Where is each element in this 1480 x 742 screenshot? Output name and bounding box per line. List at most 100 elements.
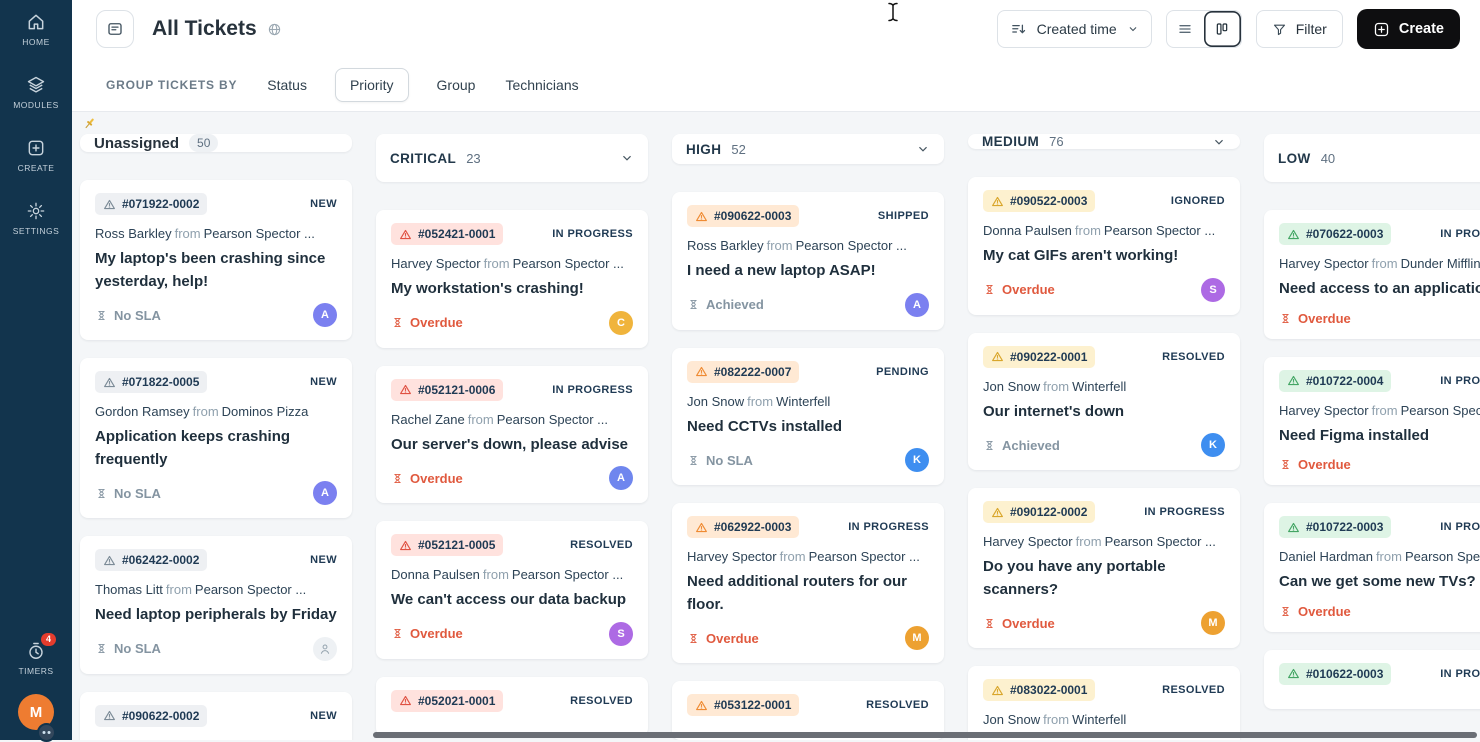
sidebar-item-home[interactable]: HOME — [22, 12, 50, 47]
column-collapse-button[interactable] — [620, 151, 634, 165]
sidebar-item-settings[interactable]: SETTINGS — [13, 201, 60, 236]
assignee-avatar[interactable]: S — [1201, 278, 1225, 302]
sidebar-item-timers[interactable]: 4 TIMERS — [18, 641, 53, 676]
column-header[interactable]: LOW 40 — [1264, 134, 1480, 182]
ticket-id-badge[interactable]: #052421-0001 — [391, 223, 503, 245]
ticket-card[interactable]: #090622-0002 NEW — [80, 692, 352, 741]
ticket-subject[interactable]: My laptop's been crashing since yesterda… — [95, 248, 337, 293]
horizontal-scrollbar[interactable] — [373, 732, 1477, 738]
ticket-subject[interactable]: Do you have any portable scanners? — [983, 556, 1225, 601]
sidebar-item-modules[interactable]: MODULES — [13, 75, 59, 110]
column-collapse-button[interactable] — [1212, 135, 1226, 149]
ticket-subject[interactable]: Need additional routers for our floor. — [687, 571, 929, 616]
column-header[interactable]: Unassigned 50 — [80, 134, 352, 152]
hourglass-icon — [391, 316, 404, 329]
sort-control[interactable]: Created time — [997, 10, 1152, 48]
hourglass-icon — [1279, 605, 1292, 618]
ticket-id-badge[interactable]: #053122-0001 — [687, 694, 799, 716]
ticket-card[interactable]: #010722-0004 IN PROGRESS Harvey Spectorf… — [1264, 357, 1480, 486]
ticket-card[interactable]: #090622-0003 SHIPPED Ross BarkleyfromPea… — [672, 192, 944, 330]
ticket-subject[interactable]: Need access to an application — [1279, 278, 1480, 301]
assignee-avatar[interactable]: K — [1201, 433, 1225, 457]
ticket-id-badge[interactable]: #010722-0003 — [1279, 516, 1391, 538]
ticket-id-badge[interactable]: #052121-0006 — [391, 379, 503, 401]
user-avatar[interactable]: M — [18, 694, 54, 730]
ticket-card[interactable]: #071922-0002 NEW Ross BarkleyfromPearson… — [80, 180, 352, 340]
column-header[interactable]: HIGH 52 — [672, 134, 944, 164]
ticket-card[interactable]: #071822-0005 NEW Gordon RamseyfromDomino… — [80, 358, 352, 518]
assignee-avatar[interactable]: S — [609, 622, 633, 646]
assignee-avatar[interactable]: A — [313, 481, 337, 505]
ticket-id-badge[interactable]: #062422-0002 — [95, 549, 207, 571]
ticket-subject[interactable]: Need Figma installed — [1279, 425, 1480, 448]
ticket-subject[interactable]: Our server's down, please advise — [391, 434, 633, 457]
tab-group[interactable]: Group — [435, 68, 478, 102]
ticket-id-badge[interactable]: #062922-0003 — [687, 516, 799, 538]
ticket-subject[interactable]: My workstation's crashing! — [391, 278, 633, 301]
priority-alert-icon — [103, 709, 116, 722]
ticket-id-badge[interactable]: #090222-0001 — [983, 346, 1095, 368]
assignee-avatar[interactable]: M — [905, 626, 929, 650]
kanban-view-button[interactable] — [1204, 11, 1241, 47]
tickets-module-button[interactable] — [96, 10, 134, 48]
filter-button[interactable]: Filter — [1256, 10, 1343, 48]
requester-company: Pearson Spector ... — [809, 549, 920, 564]
assignee-avatar[interactable]: K — [905, 448, 929, 472]
ticket-subject[interactable]: We can't access our data backup — [391, 589, 633, 612]
ticket-id-badge[interactable]: #082222-0007 — [687, 361, 799, 383]
list-view-button[interactable] — [1167, 11, 1204, 47]
ticket-subject[interactable]: My cat GIFs aren't working! — [983, 245, 1225, 268]
ticket-card[interactable]: #090522-0003 IGNORED Donna PaulsenfromPe… — [968, 177, 1240, 315]
hourglass-icon — [687, 298, 700, 311]
ticket-card[interactable]: #052021-0001 RESOLVED — [376, 677, 648, 736]
ticket-id-badge[interactable]: #070622-0003 — [1279, 223, 1391, 245]
ticket-card[interactable]: #052121-0005 RESOLVED Donna PaulsenfromP… — [376, 521, 648, 659]
ticket-id-badge[interactable]: #071822-0005 — [95, 371, 207, 393]
assignee-avatar[interactable]: A — [609, 466, 633, 490]
ticket-card[interactable]: #083022-0001 RESOLVED Jon SnowfromWinter… — [968, 666, 1240, 740]
ticket-card[interactable]: #052421-0001 IN PROGRESS Harvey Spectorf… — [376, 210, 648, 348]
ticket-card[interactable]: #010722-0003 IN PROGRESS Daniel Hardmanf… — [1264, 503, 1480, 632]
ticket-card[interactable]: #052121-0006 IN PROGRESS Rachel Zanefrom… — [376, 366, 648, 504]
ticket-id-badge[interactable]: #090622-0002 — [95, 705, 207, 727]
priority-alert-icon — [1287, 228, 1300, 241]
ticket-id-badge[interactable]: #052121-0005 — [391, 534, 503, 556]
tab-technicians[interactable]: Technicians — [503, 68, 580, 102]
ticket-id-badge[interactable]: #090622-0003 — [687, 205, 799, 227]
priority-alert-icon — [695, 210, 708, 223]
ticket-subject[interactable]: Need CCTVs installed — [687, 416, 929, 439]
create-button[interactable]: Create — [1357, 9, 1460, 49]
ticket-card[interactable]: #010622-0003 IN PROGRESS — [1264, 650, 1480, 709]
assignee-avatar[interactable]: M — [1201, 611, 1225, 635]
column-collapse-button[interactable] — [916, 142, 930, 156]
column-header[interactable]: MEDIUM 76 — [968, 134, 1240, 149]
ticket-subject[interactable]: Can we get some new TVs? — [1279, 571, 1480, 594]
ticket-card[interactable]: #090222-0001 RESOLVED Jon SnowfromWinter… — [968, 333, 1240, 471]
assignee-avatar[interactable]: A — [313, 303, 337, 327]
ticket-id-badge[interactable]: #010722-0004 — [1279, 370, 1391, 392]
ticket-subject[interactable]: I need a new laptop ASAP! — [687, 260, 929, 283]
tab-status[interactable]: Status — [265, 68, 309, 102]
ticket-id-badge[interactable]: #083022-0001 — [983, 679, 1095, 701]
assistant-badge[interactable] — [37, 723, 56, 742]
ticket-card[interactable]: #082222-0007 PENDING Jon SnowfromWinterf… — [672, 348, 944, 486]
ticket-id-badge[interactable]: #052021-0001 — [391, 690, 503, 712]
ticket-card[interactable]: #090122-0002 IN PROGRESS Harvey Spectorf… — [968, 488, 1240, 648]
ticket-card[interactable]: #070622-0003 IN PROGRESS Harvey Spectorf… — [1264, 210, 1480, 339]
tab-priority[interactable]: Priority — [335, 68, 409, 102]
ticket-id-badge[interactable]: #010622-0003 — [1279, 663, 1391, 685]
ticket-card[interactable]: #062922-0003 IN PROGRESS Harvey Spectorf… — [672, 503, 944, 663]
sidebar-item-create[interactable]: CREATE — [18, 138, 55, 173]
assignee-avatar[interactable]: C — [609, 311, 633, 335]
ticket-id-badge[interactable]: #090522-0003 — [983, 190, 1095, 212]
column-header[interactable]: CRITICAL 23 — [376, 134, 648, 182]
ticket-card[interactable]: #062422-0002 NEW Thomas LittfromPearson … — [80, 536, 352, 674]
ticket-id-badge[interactable]: #071922-0002 — [95, 193, 207, 215]
ticket-subject[interactable]: Need laptop peripherals by Friday — [95, 604, 337, 627]
card-footer: No SLA A — [95, 481, 337, 505]
ticket-subject[interactable]: Application keeps crashing frequently — [95, 426, 337, 471]
ticket-id-badge[interactable]: #090122-0002 — [983, 501, 1095, 523]
assignee-avatar[interactable] — [313, 637, 337, 661]
ticket-subject[interactable]: Our internet's down — [983, 401, 1225, 424]
assignee-avatar[interactable]: A — [905, 293, 929, 317]
